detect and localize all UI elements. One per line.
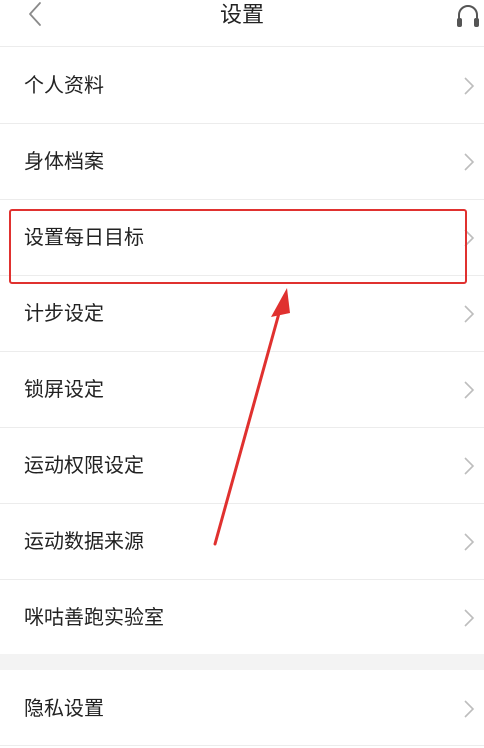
annotation-arrow [213,288,290,546]
